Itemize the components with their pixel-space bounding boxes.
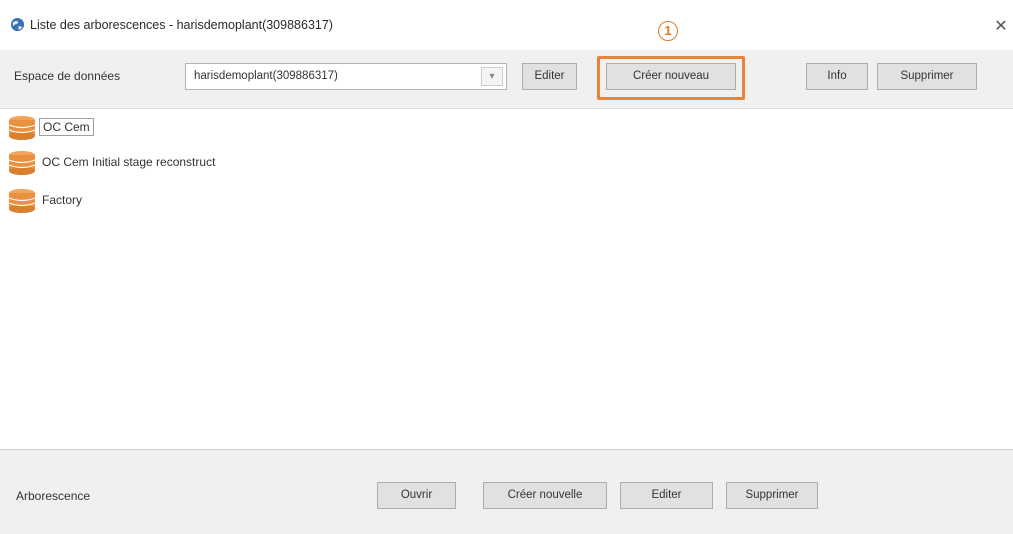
tree-item-label: Factory [42, 193, 83, 207]
chevron-down-icon[interactable]: ▾ [481, 67, 503, 86]
data-space-value: harisdemoplant(309886317) [194, 70, 338, 82]
create-new-tree-button[interactable]: Créer nouvelle [483, 482, 607, 509]
database-icon [8, 116, 36, 140]
open-button[interactable]: Ouvrir [377, 482, 456, 509]
database-icon [8, 151, 36, 175]
step-marker: 1 [658, 21, 678, 41]
delete-tree-button[interactable]: Supprimer [726, 482, 818, 509]
info-button[interactable]: Info [806, 63, 868, 90]
globe-icon [10, 17, 25, 32]
data-space-label: Espace de données [14, 69, 121, 83]
title-bar: Liste des arborescences - harisdemoplant… [0, 0, 1013, 50]
window-title: Liste des arborescences - harisdemoplant… [30, 18, 333, 32]
tree-item-label: OC Cem Initial stage reconstruct [42, 155, 216, 169]
close-icon[interactable]: ✕ [992, 16, 1010, 36]
tree-item-label: OC Cem [39, 118, 94, 136]
edit-data-space-button[interactable]: Editer [522, 63, 577, 90]
footer-bar: Arborescence Ouvrir Créer nouvelle Edite… [0, 449, 1013, 534]
tree-list: OC Cem OC Cem Initial stage reconstruct … [0, 109, 1013, 449]
edit-tree-button[interactable]: Editer [620, 482, 713, 509]
arborescence-label: Arborescence [16, 489, 91, 503]
data-space-select[interactable]: harisdemoplant(309886317) ▾ [185, 63, 507, 90]
highlight-box [597, 56, 745, 100]
database-icon [8, 189, 36, 213]
toolbar: Espace de données harisdemoplant(3098863… [0, 50, 1013, 109]
delete-data-space-button[interactable]: Supprimer [877, 63, 977, 90]
